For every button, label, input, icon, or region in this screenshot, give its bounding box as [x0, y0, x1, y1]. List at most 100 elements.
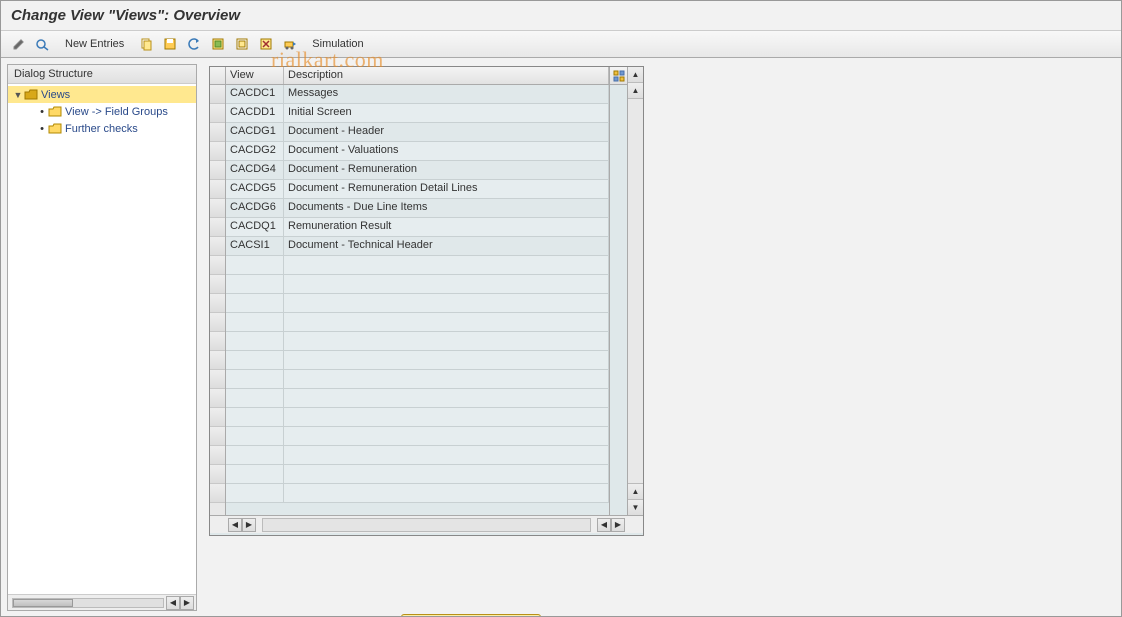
tree-item-views[interactable]: ▼ Views [8, 86, 196, 103]
table-row[interactable]: CACDG1Document - Header [226, 123, 609, 142]
col-header-description[interactable]: Description [284, 67, 609, 84]
row-select[interactable] [210, 351, 225, 370]
folder-open-icon [24, 89, 38, 101]
cell-view[interactable]: CACDG4 [226, 161, 284, 179]
cell-description[interactable]: Initial Screen [284, 104, 609, 122]
cell-view [226, 389, 284, 407]
config-column [609, 67, 627, 515]
row-select[interactable] [210, 465, 225, 484]
table-row[interactable]: CACDG6Documents - Due Line Items [226, 199, 609, 218]
other-view-icon[interactable] [33, 34, 53, 54]
table-row-empty [226, 408, 609, 427]
table-row[interactable]: CACDD1Initial Screen [226, 104, 609, 123]
cell-description[interactable]: Document - Technical Header [284, 237, 609, 255]
cell-description[interactable]: Documents - Due Line Items [284, 199, 609, 217]
row-select[interactable] [210, 370, 225, 389]
row-select[interactable] [210, 256, 225, 275]
table-row-empty [226, 370, 609, 389]
toggle-display-change-icon[interactable] [9, 34, 29, 54]
cell-view[interactable]: CACDD1 [226, 104, 284, 122]
deselect-all-icon[interactable] [232, 34, 252, 54]
scroll-right-end-icon[interactable]: ▶ [611, 518, 625, 532]
row-select[interactable] [210, 294, 225, 313]
scroll-right-icon[interactable]: ▶ [180, 596, 194, 610]
table-row[interactable]: CACDQ1Remuneration Result [226, 218, 609, 237]
row-select[interactable] [210, 332, 225, 351]
cell-view [226, 275, 284, 293]
row-select[interactable] [210, 427, 225, 446]
row-select[interactable] [210, 446, 225, 465]
scroll-up-icon[interactable]: ▲ [628, 67, 643, 83]
scroll-right-icon[interactable]: ▶ [242, 518, 256, 532]
tree-item-view-field-groups[interactable]: • View -> Field Groups [8, 103, 196, 120]
cell-description[interactable]: Document - Valuations [284, 142, 609, 160]
table-hscroll[interactable]: ◀ ▶ ◀ ▶ [210, 515, 643, 533]
new-entries-button[interactable]: New Entries [57, 36, 132, 52]
row-select[interactable] [210, 408, 225, 427]
select-all-icon[interactable] [208, 34, 228, 54]
table-row[interactable]: CACDG5Document - Remuneration Detail Lin… [226, 180, 609, 199]
simulation-button[interactable]: Simulation [304, 36, 371, 52]
cell-view [226, 408, 284, 426]
cell-description[interactable]: Document - Remuneration Detail Lines [284, 180, 609, 198]
scroll-up-fast-icon[interactable]: ▲ [628, 83, 643, 99]
configure-table-icon[interactable] [610, 67, 627, 85]
copy-icon[interactable] [136, 34, 156, 54]
cell-description [284, 256, 609, 274]
cell-view [226, 427, 284, 445]
folder-closed-icon [48, 123, 62, 135]
scroll-left-icon[interactable]: ◀ [166, 596, 180, 610]
scroll-left-end-icon[interactable]: ◀ [597, 518, 611, 532]
cell-view[interactable]: CACDG5 [226, 180, 284, 198]
row-select[interactable] [210, 484, 225, 503]
select-all-rows[interactable] [210, 67, 225, 85]
table-row-empty [226, 275, 609, 294]
hscroll-track[interactable] [262, 518, 591, 532]
table-row[interactable]: CACDG4Document - Remuneration [226, 161, 609, 180]
cell-description[interactable]: Messages [284, 85, 609, 103]
cell-description [284, 408, 609, 426]
row-select[interactable] [210, 142, 225, 161]
tree-item-further-checks[interactable]: • Further checks [8, 120, 196, 137]
row-select[interactable] [210, 218, 225, 237]
cell-view[interactable]: CACDG2 [226, 142, 284, 160]
cell-view [226, 446, 284, 464]
row-select[interactable] [210, 85, 225, 104]
vscroll-track[interactable] [628, 99, 643, 483]
row-select[interactable] [210, 389, 225, 408]
row-select[interactable] [210, 313, 225, 332]
row-select[interactable] [210, 161, 225, 180]
row-select[interactable] [210, 275, 225, 294]
row-select[interactable] [210, 199, 225, 218]
cell-view[interactable]: CACDG6 [226, 199, 284, 217]
cell-description[interactable]: Document - Header [284, 123, 609, 141]
cell-view[interactable]: CACDQ1 [226, 218, 284, 236]
cell-view [226, 484, 284, 502]
cell-view[interactable]: CACDC1 [226, 85, 284, 103]
toolbar: New Entries Simulation [1, 30, 1121, 58]
row-select[interactable] [210, 237, 225, 256]
delete-icon[interactable] [256, 34, 276, 54]
table-row[interactable]: CACSI1Document - Technical Header [226, 237, 609, 256]
cell-description[interactable]: Remuneration Result [284, 218, 609, 236]
scroll-down-icon[interactable]: ▼ [628, 499, 643, 515]
cell-view[interactable]: CACSI1 [226, 237, 284, 255]
scroll-left-icon[interactable]: ◀ [228, 518, 242, 532]
table-vscroll[interactable]: ▲ ▲ ▲ ▼ [627, 67, 643, 515]
table-row-empty [226, 332, 609, 351]
cell-description [284, 275, 609, 293]
undo-icon[interactable] [184, 34, 204, 54]
table-row[interactable]: CACDG2Document - Valuations [226, 142, 609, 161]
transport-icon[interactable] [280, 34, 300, 54]
save-icon[interactable] [160, 34, 180, 54]
table-row[interactable]: CACDC1Messages [226, 85, 609, 104]
cell-description[interactable]: Document - Remuneration [284, 161, 609, 179]
cell-view[interactable]: CACDG1 [226, 123, 284, 141]
row-select[interactable] [210, 104, 225, 123]
left-panel-hscroll[interactable]: ◀ ▶ [8, 594, 196, 610]
scroll-down-fast-icon[interactable]: ▲ [628, 483, 643, 499]
row-select[interactable] [210, 123, 225, 142]
col-header-view[interactable]: View [226, 67, 284, 84]
expand-collapse-icon[interactable]: ▼ [12, 90, 24, 100]
row-select[interactable] [210, 180, 225, 199]
